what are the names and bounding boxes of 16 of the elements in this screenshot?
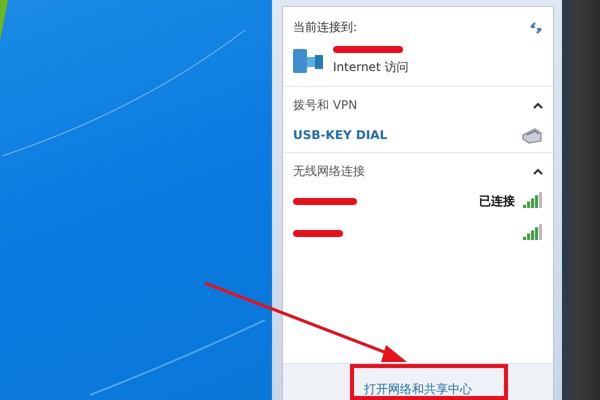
refresh-icon[interactable] xyxy=(529,20,543,34)
network-sharing-center-link[interactable]: 打开网络和共享中心 xyxy=(364,381,472,398)
network-computer-icon xyxy=(293,47,325,75)
section-title: 拨号和 VPN xyxy=(293,97,358,114)
redaction-mark xyxy=(333,46,403,53)
connected-to-label: 当前连接到: xyxy=(293,19,358,36)
chevron-up-icon[interactable] xyxy=(533,168,543,175)
connection-status: 已连接 xyxy=(479,192,515,210)
chevron-up-icon[interactable] xyxy=(533,102,543,109)
redaction-mark xyxy=(293,198,357,204)
signal-bars-icon xyxy=(523,192,543,210)
redaction-mark xyxy=(293,230,343,236)
dialup-connection-item[interactable]: USB-KEY DIAL xyxy=(293,128,388,142)
section-title: 无线网络连接 xyxy=(293,163,365,180)
internet-access-label: Internet 访问 xyxy=(333,59,408,76)
signal-bars-icon xyxy=(523,224,543,242)
